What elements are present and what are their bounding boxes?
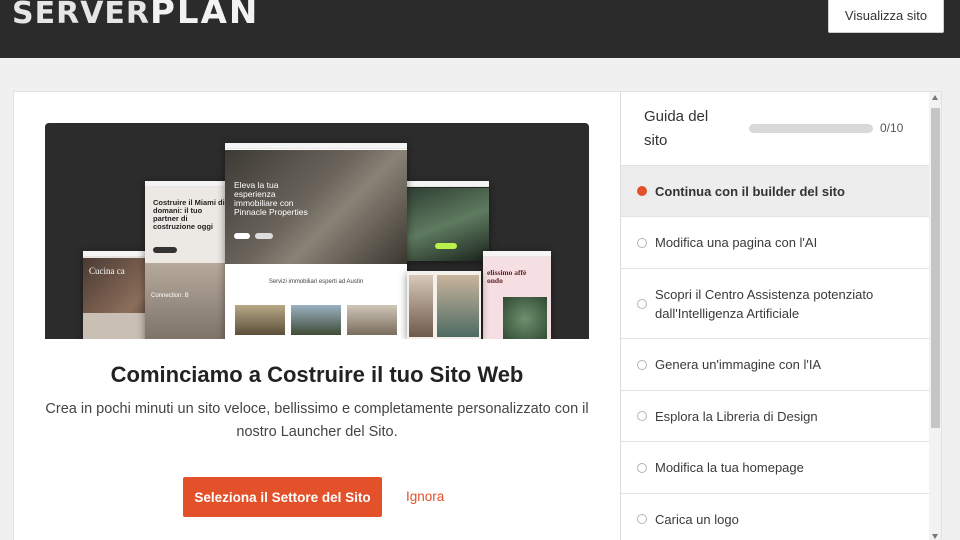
guide-step-edit-page-ai[interactable]: Modifica una pagina con l'AI xyxy=(621,217,929,269)
mock-photo xyxy=(437,275,479,337)
serverplan-logo[interactable]: SERVERPLAN xyxy=(12,0,259,32)
mock-heading: Costruire il Miami di domani: il tuo par… xyxy=(153,198,225,231)
step-status-dot-icon xyxy=(637,237,647,248)
guide-step-generate-image-ai[interactable]: Genera un'immagine con l'IA xyxy=(621,339,929,391)
select-site-sector-button[interactable]: Seleziona il Settore del Sito xyxy=(183,477,382,517)
guide-step-help-center-ai[interactable]: Scopri il Centro Assistenza potenziato d… xyxy=(621,269,929,339)
page-title: Cominciamo a Costruire il tuo Sito Web xyxy=(110,362,524,387)
guide-progress-bar xyxy=(749,124,873,133)
mock-cta xyxy=(153,247,177,253)
guide-step-label: Genera un'immagine con l'IA xyxy=(655,357,822,372)
mock-photo xyxy=(409,275,433,337)
template-preview-image: Cucina ca Costruire il Miami di domani: … xyxy=(45,123,589,339)
mock-heading: elissimo affè ondo xyxy=(487,268,527,285)
guide-step-edit-homepage[interactable]: Modifica la tua homepage xyxy=(621,442,929,494)
scroll-down-arrow-icon[interactable] xyxy=(932,534,938,539)
template-mock-event xyxy=(405,181,489,261)
step-status-dot-icon xyxy=(637,298,647,309)
step-status-dot-icon xyxy=(637,514,647,524)
mock-photo xyxy=(145,263,231,339)
guide-step-upload-logo[interactable]: Carica un logo xyxy=(621,494,929,540)
logo-plan-text: PLAN xyxy=(150,0,260,32)
mock-cta-secondary xyxy=(255,233,273,239)
guide-step-design-library[interactable]: Esplora la Libreria di Design xyxy=(621,391,929,442)
mock-thumb xyxy=(235,305,285,335)
step-status-dot-icon xyxy=(637,462,647,473)
top-header: SERVERPLAN Visualizza sito xyxy=(0,0,960,58)
guide-scrollbar[interactable] xyxy=(929,92,941,540)
template-mock-real-estate: Eleva la tua esperienza immobiliare con … xyxy=(225,143,407,339)
mock-photo xyxy=(503,297,547,339)
guide-step-label: Esplora la Libreria di Design xyxy=(655,408,818,424)
scroll-up-arrow-icon[interactable] xyxy=(932,95,938,100)
step-status-dot-icon xyxy=(637,359,647,370)
mock-caption: Servizi immobiliari esperti ad Austin xyxy=(268,279,364,285)
template-mock-construction: Costruire il Miami di domani: il tuo par… xyxy=(145,181,231,339)
mock-heading: Cucina ca xyxy=(89,266,125,276)
guide-step-label: Continua con il builder del sito xyxy=(655,183,845,199)
guide-progress-count: 0/10 xyxy=(880,121,904,135)
mock-thumb xyxy=(291,305,341,335)
template-mock-cafe: elissimo affè ondo xyxy=(483,251,551,339)
guide-step-continue-builder[interactable]: Continua con il builder del sito xyxy=(621,166,929,217)
mock-topbar xyxy=(483,251,551,257)
guide-step-label: Carica un logo xyxy=(655,511,739,527)
guide-header: Guida del sito 0/10 xyxy=(621,92,929,166)
page-description: Crea in pochi minuti un sito veloce, bel… xyxy=(45,401,589,440)
mock-cta xyxy=(234,233,250,239)
ignore-link[interactable]: Ignora xyxy=(406,489,444,504)
guide-steps-list: Continua con il builder del sito Modific… xyxy=(621,166,929,540)
mock-topbar xyxy=(405,181,489,187)
mock-heading: Eleva la tua esperienza immobiliare con … xyxy=(234,180,308,217)
guide-step-label: Scopri il Centro Assistenza potenziato d… xyxy=(655,286,874,321)
template-mock-portrait xyxy=(407,271,481,339)
step-status-dot-icon xyxy=(637,411,647,421)
logo-server-text: SERVER xyxy=(12,0,151,31)
mock-caption: Connection: B xyxy=(151,293,189,299)
view-site-button[interactable]: Visualizza sito xyxy=(828,0,944,33)
guide-step-label: Modifica la tua homepage xyxy=(655,460,804,475)
guide-title: Guida del sito xyxy=(644,108,709,149)
guide-step-label: Modifica una pagina con l'AI xyxy=(655,235,818,250)
mock-thumb xyxy=(347,305,397,335)
mock-topbar xyxy=(145,181,231,187)
mock-cta xyxy=(435,243,457,249)
site-launcher-card: Cucina ca Costruire il Miami di domani: … xyxy=(13,91,621,540)
step-status-dot-icon xyxy=(637,186,647,196)
scroll-thumb[interactable] xyxy=(931,108,940,428)
mock-topbar xyxy=(225,143,407,149)
mock-photo xyxy=(405,188,489,261)
site-guide-panel: Guida del sito 0/10 Continua con il buil… xyxy=(620,91,942,540)
